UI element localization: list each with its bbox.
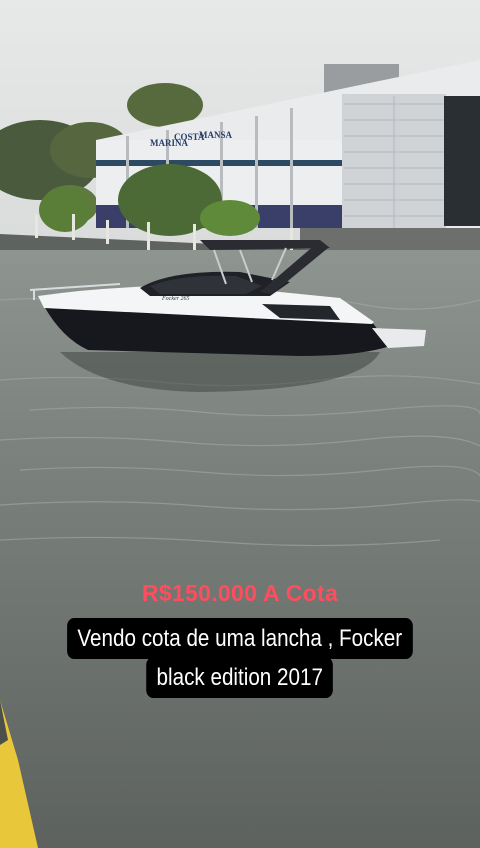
caption-line-2: black edition 2017 [146, 657, 334, 698]
price-label: R$150.000 A Cota [141, 580, 339, 606]
svg-text:MANSA: MANSA [199, 130, 232, 140]
svg-text:Focker 265: Focker 265 [161, 296, 190, 302]
caption: Vendo cota de uma lancha , Focker black … [0, 618, 480, 698]
background-photo: MARINA COSTA MANSA Focker 265 [0, 0, 480, 848]
caption-line-1: Vendo cota de uma lancha , Focker [67, 618, 413, 659]
